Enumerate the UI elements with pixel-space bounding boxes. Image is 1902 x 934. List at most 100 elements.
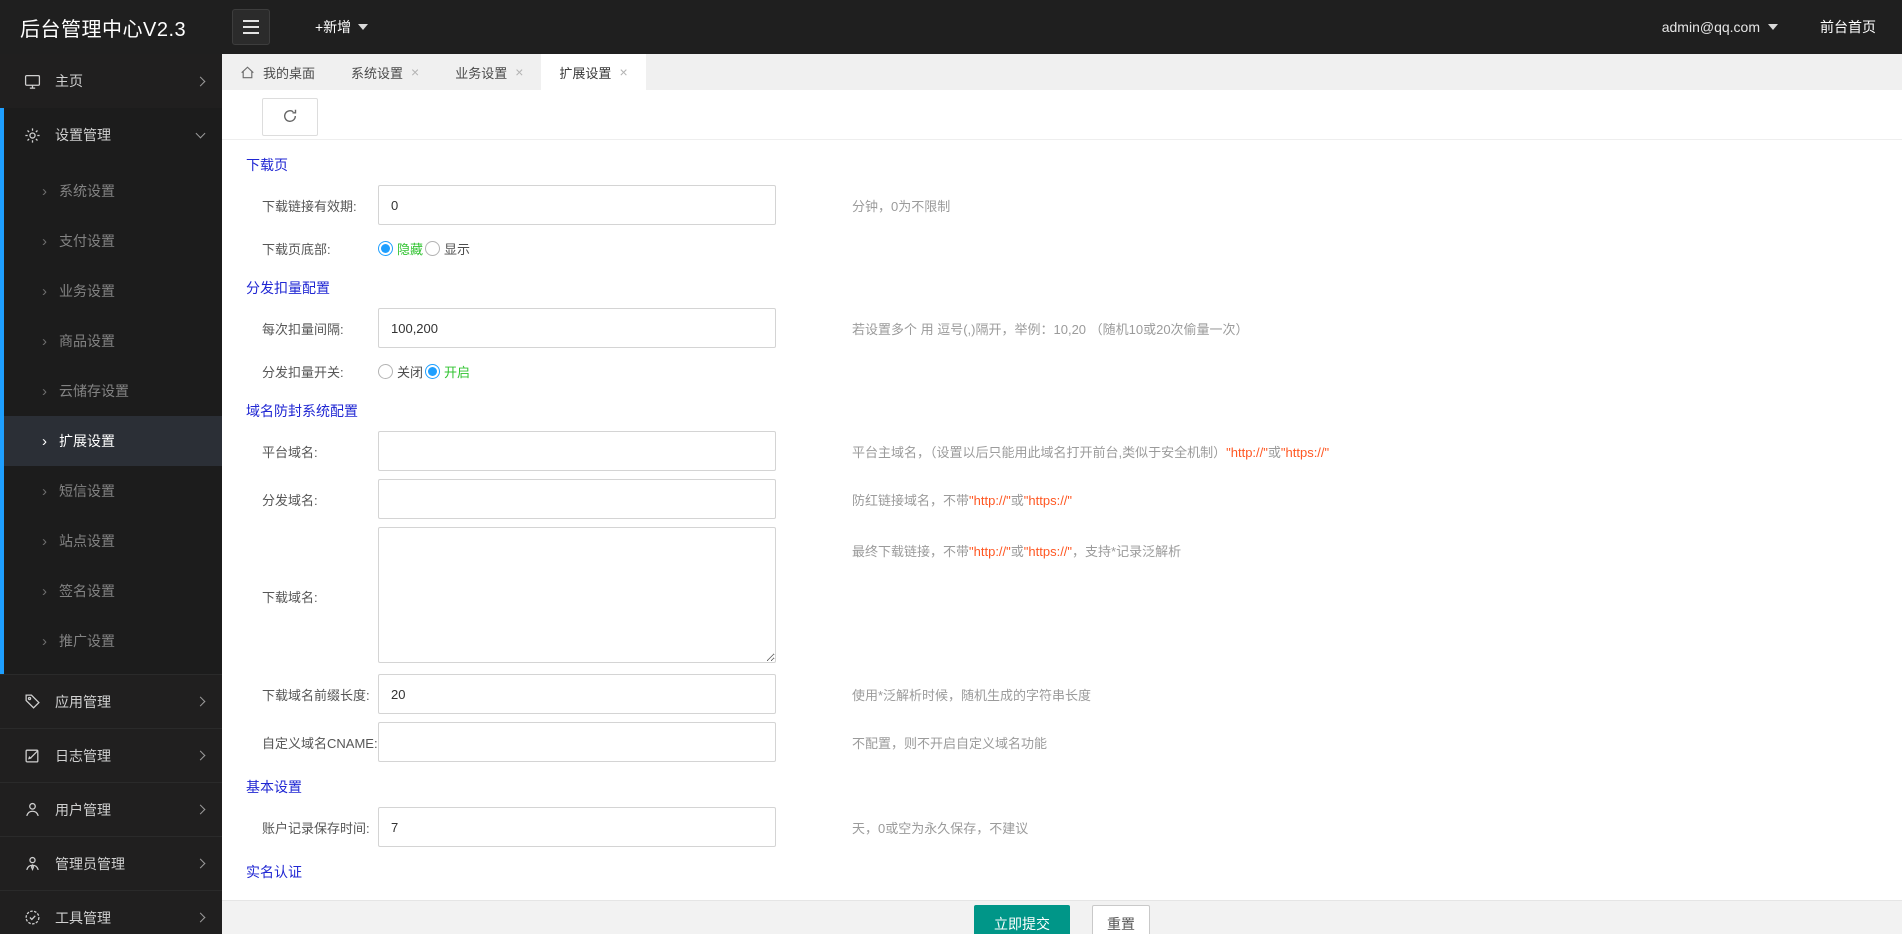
close-icon[interactable]: × xyxy=(619,65,627,79)
sidebar-item-log-management[interactable]: 日志管理 xyxy=(0,728,222,782)
sidebar-item-goods-settings[interactable]: › 商品设置 xyxy=(4,316,222,366)
field-hint: 若设置多个 用 逗号(,)隔开，举例：10,20 （随机10或20次偷量一次） xyxy=(852,321,1249,337)
radio-option-on[interactable]: 开启 xyxy=(425,362,470,381)
new-dropdown-button[interactable]: +新增 xyxy=(315,17,369,37)
radio-icon[interactable] xyxy=(378,363,393,379)
sidebar-item-label: 应用管理 xyxy=(55,693,111,710)
sidebar-item-sms-settings[interactable]: › 短信设置 xyxy=(4,466,222,516)
cname-input[interactable] xyxy=(378,722,776,762)
field-label: 自定义域名CNAME: xyxy=(262,735,378,751)
close-icon[interactable]: × xyxy=(515,65,523,79)
field-label: 分发扣量开关: xyxy=(262,364,344,380)
field-label: 下载链接有效期: xyxy=(262,198,357,214)
sidebar-item-tool-management[interactable]: 工具管理 xyxy=(0,890,222,934)
chevron-right-icon xyxy=(195,696,206,707)
sidebar-item-system-settings[interactable]: › 系统设置 xyxy=(4,166,222,216)
caret-down-icon xyxy=(358,24,369,30)
top-header: 后台管理中心V2.3 +新增 admin@qq.com 前台首页 xyxy=(0,0,1902,54)
field-label: 下载域名前缀长度: xyxy=(262,687,370,703)
radio-option-off[interactable]: 关闭 xyxy=(378,362,423,381)
tab-business-settings[interactable]: 业务设置 × xyxy=(437,54,541,90)
radio-icon[interactable] xyxy=(425,240,441,256)
tab-my-desktop[interactable]: 我的桌面 xyxy=(222,54,333,90)
field-label: 分发域名: xyxy=(262,492,318,508)
deduct-switch-radio-group: 关闭 开启 xyxy=(378,362,470,381)
footer-action-bar: 立即提交 重置 xyxy=(222,900,1902,934)
chevron-right-icon xyxy=(195,76,206,86)
submit-button[interactable]: 立即提交 xyxy=(974,905,1070,934)
sidebar-item-label: 主页 xyxy=(55,73,83,89)
toolbar xyxy=(222,90,1902,140)
section-title-domain-config: 域名防封系统配置 xyxy=(246,403,358,419)
reset-button[interactable]: 重置 xyxy=(1092,905,1150,934)
dispatch-domain-input[interactable] xyxy=(378,479,776,519)
form-row-dispatch-domain: 分发域名: 防红链接域名，不带"http://"或"https://" xyxy=(222,479,1902,519)
new-dropdown-label: +新增 xyxy=(315,19,352,35)
page-footer-radio-group: 隐藏 显示 xyxy=(378,239,470,258)
link-expiry-input[interactable] xyxy=(378,185,776,225)
chevron-right-icon: › xyxy=(42,232,47,250)
sidebar-item-app-management[interactable]: 应用管理 xyxy=(0,674,222,728)
form-row-record-keep: 账户记录保存时间: 天，0或空为永久保存，不建议 xyxy=(222,807,1902,847)
field-hint: 不配置，则不开启自定义域名功能 xyxy=(852,735,1048,751)
sidebar: 主页 设置管理 › 系统设置 › 支付设置 › 业务设置 › 商品设置 › 云储存设置 ›… xyxy=(0,54,222,934)
field-hint: 平台主域名，（设置以后只能用此域名打开前台,类似于安全机制）"http://"或… xyxy=(852,444,1330,460)
radio-option-show[interactable]: 显示 xyxy=(425,239,470,258)
edit-square-icon xyxy=(24,747,41,764)
user-email: admin@qq.com xyxy=(1661,19,1760,35)
sidebar-item-promotion-settings[interactable]: › 推广设置 xyxy=(4,616,222,666)
radio-selected-icon[interactable] xyxy=(425,363,441,379)
monitor-icon xyxy=(24,73,41,90)
app-title: 后台管理中心V2.3 xyxy=(20,18,187,41)
chevron-right-icon: › xyxy=(42,482,47,500)
field-hint: 使用*泛解析时候，随机生成的字符串长度 xyxy=(852,687,1092,703)
chevron-right-icon: › xyxy=(42,182,47,200)
user-menu[interactable]: admin@qq.com xyxy=(1662,19,1778,35)
sidebar-item-payment-settings[interactable]: › 支付设置 xyxy=(4,216,222,266)
chevron-right-icon xyxy=(195,750,206,761)
extension-settings-form: 下载页 下载链接有效期: 分钟，0为不限制 下载页底部: 隐藏 显示 分发扣量配… xyxy=(222,155,1902,917)
sidebar-item-label: 设置管理 xyxy=(55,127,111,143)
field-hint: 防红链接域名，不带"http://"或"https://" xyxy=(852,492,1073,508)
admin-app: 后台管理中心V2.3 +新增 admin@qq.com 前台首页 主页 设置管理… xyxy=(0,0,1902,934)
refresh-icon xyxy=(281,107,299,128)
tab-label: 我的桌面 xyxy=(263,65,316,81)
home-icon xyxy=(240,65,255,80)
sidebar-item-home[interactable]: 主页 xyxy=(0,54,222,108)
frontend-home-link[interactable]: 前台首页 xyxy=(1820,17,1876,37)
prefix-length-input[interactable] xyxy=(378,674,776,714)
sidebar-item-admin-management[interactable]: 管理员管理 xyxy=(0,836,222,890)
field-label: 账户记录保存时间: xyxy=(262,820,370,836)
sidebar-item-user-management[interactable]: 用户管理 xyxy=(0,782,222,836)
sidebar-item-settings[interactable]: 设置管理 xyxy=(4,108,222,162)
sidebar-item-cloud-storage-settings[interactable]: › 云储存设置 xyxy=(4,366,222,416)
radio-option-hide[interactable]: 隐藏 xyxy=(378,239,423,258)
tab-extension-settings[interactable]: 扩展设置 × xyxy=(541,54,646,90)
section-title-download-page: 下载页 xyxy=(246,157,288,173)
tab-system-settings[interactable]: 系统设置 × xyxy=(333,54,437,90)
sidebar-item-extension-settings[interactable]: › 扩展设置 xyxy=(4,416,222,466)
sidebar-item-signature-settings[interactable]: › 签名设置 xyxy=(4,566,222,616)
content-panel: 下载页 下载链接有效期: 分钟，0为不限制 下载页底部: 隐藏 显示 分发扣量配… xyxy=(222,90,1902,934)
field-hint: 最终下载链接，不带"http://"或"https://"，支持*记录泛解析 xyxy=(852,544,1182,559)
sidebar-item-label: 日志管理 xyxy=(55,747,111,764)
deduct-interval-input[interactable] xyxy=(378,308,776,348)
form-row-deduct-switch: 分发扣量开关: 关闭 开启 xyxy=(222,356,1902,386)
tab-label: 系统设置 xyxy=(351,65,404,81)
field-label: 下载域名: xyxy=(262,590,318,605)
field-hint: 分钟，0为不限制 xyxy=(852,198,951,214)
chevron-right-icon: › xyxy=(42,332,47,350)
field-label: 下载页底部: xyxy=(262,241,331,257)
download-domain-textarea[interactable] xyxy=(378,527,776,663)
sidebar-item-business-settings[interactable]: › 业务设置 xyxy=(4,266,222,316)
section-title-deduct-config: 分发扣量配置 xyxy=(246,280,330,296)
refresh-button[interactable] xyxy=(262,98,318,136)
settings-submenu: › 系统设置 › 支付设置 › 业务设置 › 商品设置 › 云储存设置 › 扩展设置 › 短信… xyxy=(4,162,222,674)
sidebar-item-site-settings[interactable]: › 站点设置 xyxy=(4,516,222,566)
form-row-cname: 自定义域名CNAME: 不配置，则不开启自定义域名功能 xyxy=(222,722,1902,762)
record-keep-input[interactable] xyxy=(378,807,776,847)
radio-selected-icon[interactable] xyxy=(378,240,393,256)
close-icon[interactable]: × xyxy=(411,65,419,79)
platform-domain-input[interactable] xyxy=(378,431,776,471)
hamburger-button[interactable] xyxy=(232,9,270,45)
